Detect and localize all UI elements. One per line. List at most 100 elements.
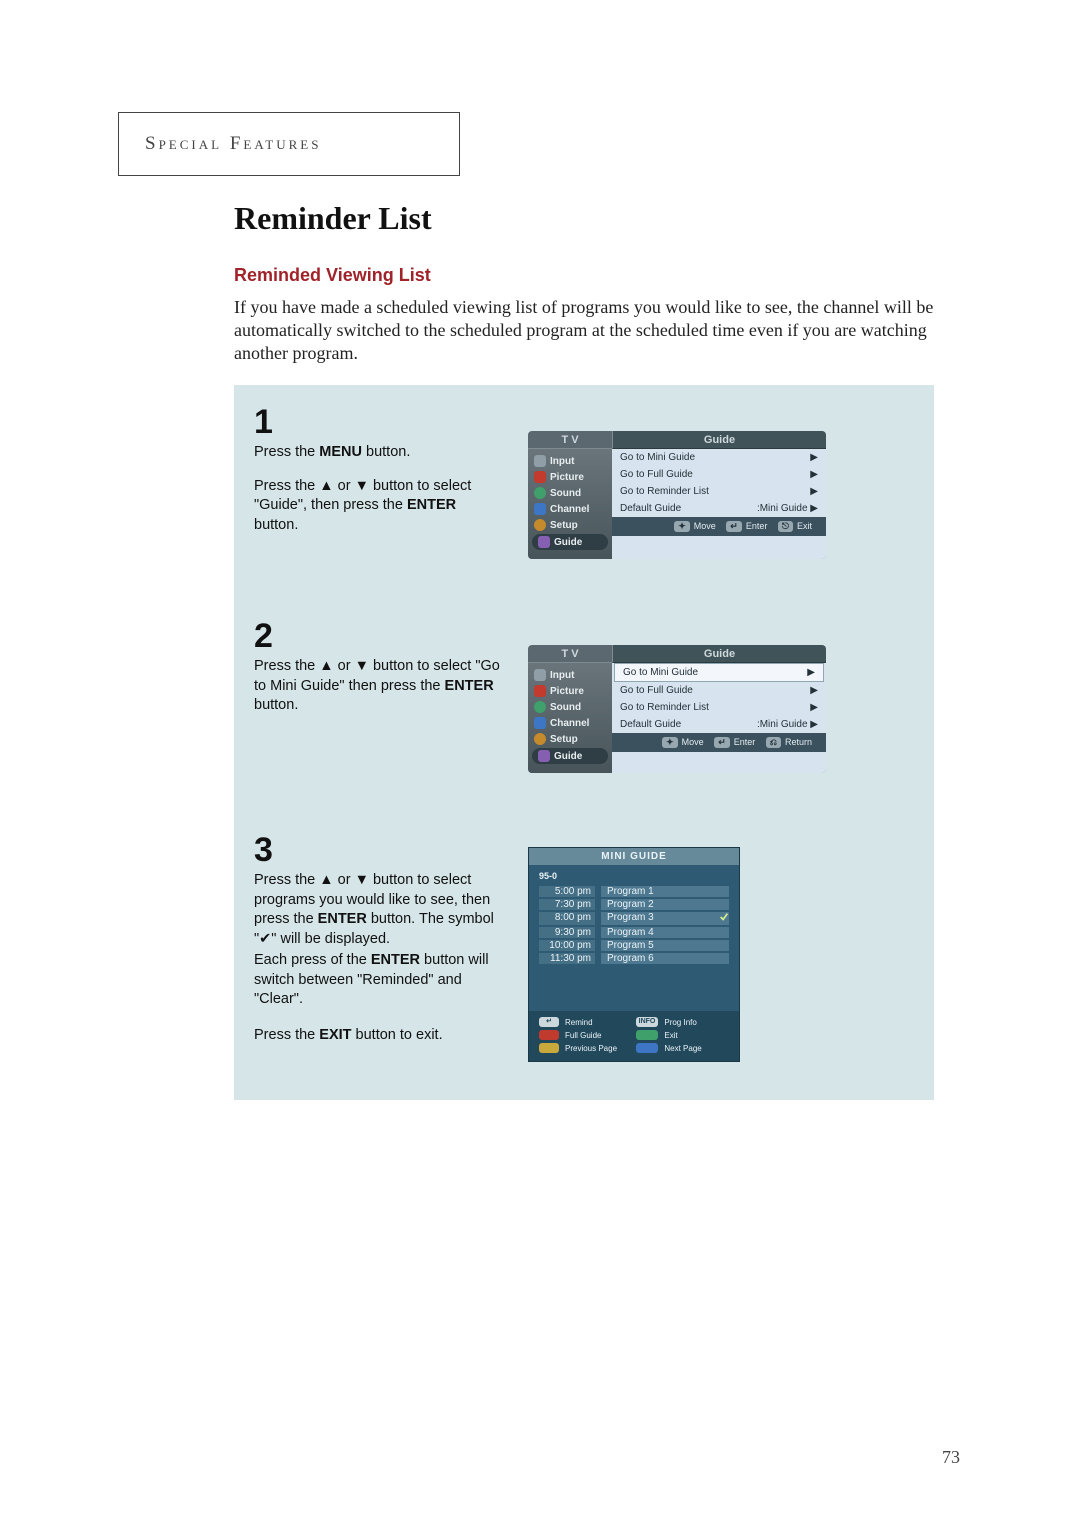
intro-paragraph: If you have made a scheduled viewing lis… <box>234 296 934 365</box>
move-chip: ✦ <box>674 521 690 532</box>
enter-chip: ↵ <box>714 737 730 748</box>
osd2-side-input: Input <box>528 667 612 683</box>
mini-row-0-prog-label: Program 1 <box>607 886 654 897</box>
mini-row-5: 11:30 pm Program 6 <box>539 952 729 965</box>
mini-guide-list: 5:00 pm Program 1 7:30 pm Program 2 8:00… <box>529 885 739 1011</box>
legend-proginfo: Prog Info <box>664 1018 729 1027</box>
mini-row-3: 9:30 pm Program 4 <box>539 926 729 939</box>
osd2-footer: ✦Move ↵Enter ⎌Return <box>612 733 826 752</box>
osd1-side-guide: Guide <box>532 534 608 550</box>
mini-row-2-time: 8:00 pm <box>539 912 595 925</box>
osd1-footer-exit: Exit <box>797 521 812 531</box>
osd2-row-0-value: ▶ <box>807 667 815 678</box>
osd1-side-sound-label: Sound <box>550 488 581 499</box>
step-3-p2a: Each press of the <box>254 952 371 968</box>
osd2-row-2-value: ▶ <box>810 702 818 713</box>
legend-key-enter: ↵ <box>539 1017 559 1027</box>
sound-icon <box>534 701 546 713</box>
step-1-p1c: button. <box>362 444 410 460</box>
osd1-row-3-value: :Mini Guide ▶ <box>757 503 818 514</box>
mini-row-4-prog: Program 5 <box>601 940 729 951</box>
mini-row-5-prog: Program 6 <box>601 953 729 964</box>
mini-guide-screenshot: MINI GUIDE 95-0 5:00 pm Program 1 7:30 p… <box>528 847 740 1062</box>
osd2-row-1-label: Go to Full Guide <box>620 685 693 696</box>
step-1-p2c: button. <box>254 517 298 533</box>
picture-icon <box>534 471 546 483</box>
osd2-side-sound: Sound <box>528 699 612 715</box>
osd2-side-input-label: Input <box>550 670 574 681</box>
osd2-row-3: Default Guide :Mini Guide ▶ <box>612 716 826 733</box>
step-2-p1c: button. <box>254 697 298 713</box>
osd1-side-input: Input <box>528 453 612 469</box>
mini-guide-blank-area <box>539 965 729 1007</box>
osd2-row-3-value: :Mini Guide ▶ <box>757 719 818 730</box>
osd1-body: Input Picture Sound Channel Setup Guide … <box>528 449 826 559</box>
mini-guide-title: MINI GUIDE <box>529 848 739 865</box>
step-2-text: 2 Press the ▲ or ▼ button to select "Go … <box>254 619 504 718</box>
osd2-row-3-label: Default Guide <box>620 719 681 730</box>
mini-row-0: 5:00 pm Program 1 <box>539 885 729 898</box>
mini-row-4: 10:00 pm Program 5 <box>539 939 729 952</box>
step-2: 2 Press the ▲ or ▼ button to select "Go … <box>252 609 916 823</box>
step-1-p1b: MENU <box>319 444 362 460</box>
osd2-header: T V Guide <box>528 645 826 663</box>
osd2-row-0: Go to Mini Guide▶ <box>614 663 824 682</box>
legend-remind: Remind <box>565 1018 630 1027</box>
step-2-number: 2 <box>254 619 504 653</box>
step-1-text: 1 Press the MENU button. Press the ▲ or … <box>254 405 504 549</box>
channel-icon <box>534 717 546 729</box>
osd1-side-input-label: Input <box>550 456 574 467</box>
mini-row-0-prog: Program 1 <box>601 886 729 897</box>
page-subhead: Reminded Viewing List <box>234 265 934 286</box>
section-header-label: Special Features <box>119 113 459 155</box>
step-3-p1b: ENTER <box>318 911 367 927</box>
osd2-side-picture-label: Picture <box>550 686 584 697</box>
osd1-footer-enter: Enter <box>746 521 768 531</box>
osd1-row-0-value: ▶ <box>810 452 818 463</box>
osd1-sidebar: Input Picture Sound Channel Setup Guide <box>528 449 612 559</box>
osd2-body: Input Picture Sound Channel Setup Guide … <box>528 663 826 773</box>
osd1-side-picture-label: Picture <box>550 472 584 483</box>
legend-key-yellow <box>539 1043 559 1053</box>
osd-screenshot-2: T V Guide Input Picture Sound Channel Se… <box>528 645 826 773</box>
mini-row-1: 7:30 pm Program 2 <box>539 898 729 911</box>
step-1-p2b: ENTER <box>407 497 456 513</box>
osd2-sidebar: Input Picture Sound Channel Setup Guide <box>528 663 612 773</box>
step-1: 1 Press the MENU button. Press the ▲ or … <box>252 395 916 609</box>
step-3-number: 3 <box>254 833 504 867</box>
osd1-row-0-label: Go to Mini Guide <box>620 452 695 463</box>
osd2-main: Go to Mini Guide▶ Go to Full Guide ▶ Go t… <box>612 663 826 773</box>
mini-row-2-prog: Program 3 <box>601 912 729 925</box>
osd1-row-1: Go to Full Guide▶ <box>612 466 826 483</box>
page: Special Features Reminder List Reminded … <box>0 0 1080 1528</box>
step-3-text: 3 Press the ▲ or ▼ button to select prog… <box>254 833 504 1060</box>
mini-row-5-time: 11:30 pm <box>539 953 595 964</box>
check-icon <box>719 912 729 925</box>
step-3-p3b: EXIT <box>319 1027 351 1043</box>
step-3-p2b: ENTER <box>371 952 420 968</box>
osd1-footer: ✦Move ↵Enter ⎋Exit <box>612 517 826 536</box>
osd1-row-3: Default Guide:Mini Guide ▶ <box>612 500 826 517</box>
osd1-main: Go to Mini Guide▶ Go to Full Guide▶ Go t… <box>612 449 826 559</box>
mini-guide-legend: ↵ Remind INFO Prog Info Full Guide Exit … <box>529 1011 739 1061</box>
osd1-side-channel: Channel <box>528 501 612 517</box>
osd2-header-left: T V <box>528 645 612 663</box>
osd2-row-2: Go to Reminder List ▶ <box>612 699 826 716</box>
osd1-header-left: T V <box>528 431 612 449</box>
legend-key-blue <box>636 1043 659 1053</box>
step-1-number: 1 <box>254 405 504 439</box>
osd2-row-2-label: Go to Reminder List <box>620 702 709 713</box>
osd1-footer-move: Move <box>694 521 716 531</box>
osd2-row-1-value: ▶ <box>810 685 818 696</box>
legend-key-info: INFO <box>636 1017 659 1027</box>
mini-row-2: 8:00 pm Program 3 <box>539 911 729 926</box>
legend-nextpage: Next Page <box>664 1044 729 1053</box>
page-title: Reminder List <box>234 200 934 237</box>
step-3-p3c: button to exit. <box>352 1027 443 1043</box>
osd1-side-sound: Sound <box>528 485 612 501</box>
guide-icon <box>538 750 550 762</box>
osd-screenshot-1: T V Guide Input Picture Sound Channel Se… <box>528 431 826 559</box>
osd2-footer-return: Return <box>785 737 812 747</box>
osd1-row-1-value: ▶ <box>810 469 818 480</box>
osd1-side-guide-label: Guide <box>554 537 582 548</box>
